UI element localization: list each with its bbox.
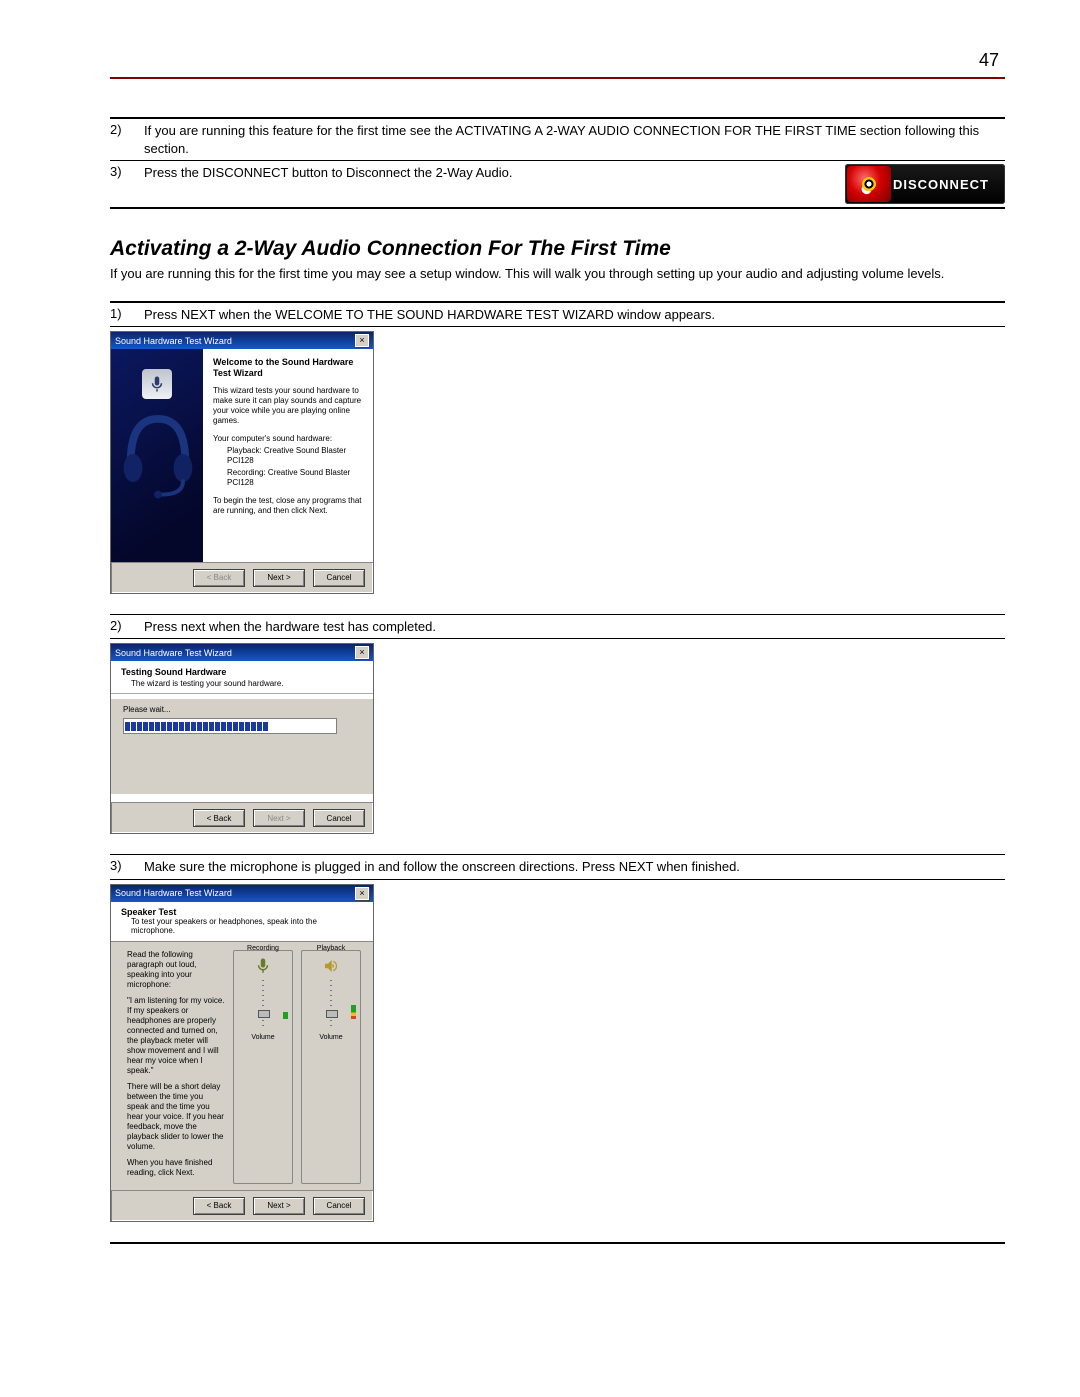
list-text: Press next when the hardware test has co… [144, 618, 1005, 636]
playback-group: Playback Volume [301, 950, 361, 1184]
list-item: 2) Press next when the hardware test has… [110, 615, 1005, 639]
close-icon[interactable]: × [355, 887, 369, 900]
progress-bar [123, 718, 337, 734]
wizard-text: To begin the test, close any programs th… [213, 496, 363, 516]
wizard-heading: Testing Sound Hardware [121, 667, 363, 677]
disconnect-label: DISCONNECT [893, 177, 989, 192]
next-button[interactable]: Next > [253, 809, 305, 827]
recording-group: Recording Volume [233, 950, 293, 1184]
wizard-text: This wizard tests your sound hardware to… [213, 386, 363, 426]
step-bottom-rule [110, 1242, 1005, 1244]
cancel-button[interactable]: Cancel [313, 1197, 365, 1215]
wizard-text: When you have finished reading, click Ne… [127, 1158, 225, 1178]
wizard-heading: Speaker Test [121, 907, 363, 917]
list-item: 1) Press NEXT when the WELCOME TO THE SO… [110, 303, 1005, 327]
close-icon[interactable]: × [355, 646, 369, 659]
cancel-button[interactable]: Cancel [313, 809, 365, 827]
headset-icon [119, 404, 197, 504]
wizard-subheading: The wizard is testing your sound hardwar… [131, 679, 363, 688]
close-icon[interactable]: × [355, 334, 369, 347]
document-page: 47 2) If you are running this feature fo… [0, 0, 1080, 1397]
next-button[interactable]: Next > [253, 1197, 305, 1215]
wizard-text: There will be a short delay between the … [127, 1082, 225, 1152]
microphone-icon [254, 957, 272, 975]
wizard-title: Sound Hardware Test Wizard [115, 648, 232, 658]
volume-slider[interactable] [262, 980, 264, 1026]
list-bottom-rule [110, 207, 1005, 209]
wizard-welcome-dialog: Sound Hardware Test Wizard × Welcome to … [110, 331, 374, 594]
wizard-recording-device: Recording: Creative Sound Blaster PCI128 [227, 468, 363, 488]
wizard-subheading: To test your speakers or headphones, spe… [131, 917, 363, 935]
wizard-testing-dialog: Sound Hardware Test Wizard × Testing Sou… [110, 643, 374, 834]
back-button[interactable]: < Back [193, 569, 245, 587]
wizard-heading: Welcome to the Sound Hardware Test Wizar… [213, 357, 363, 380]
level-meter [351, 973, 356, 1019]
list-item: 3) Press the DISCONNECT button to Discon… [110, 161, 1005, 207]
cancel-button[interactable]: Cancel [313, 569, 365, 587]
divider [110, 638, 1005, 639]
list-number: 3) [110, 164, 130, 179]
wizard-playback-device: Playback: Creative Sound Blaster PCI128 [227, 446, 363, 466]
list-number: 1) [110, 306, 130, 321]
section-intro: If you are running this for the first ti… [110, 265, 1005, 283]
microphone-icon [142, 369, 172, 399]
disconnect-button-graphic: DISCONNECT [845, 164, 1005, 204]
list-number: 3) [110, 858, 130, 873]
volume-label: Volume [319, 1034, 342, 1041]
back-button[interactable]: < Back [193, 809, 245, 827]
page-number: 47 [110, 50, 1005, 71]
wizard-quote: "I am listening for my voice. If my spea… [127, 996, 225, 1076]
wizard-sidebar [111, 349, 203, 562]
wizard-title: Sound Hardware Test Wizard [115, 336, 232, 346]
list-text: Press NEXT when the WELCOME TO THE SOUND… [144, 306, 1005, 324]
wizard-title: Sound Hardware Test Wizard [115, 888, 232, 898]
volume-slider[interactable] [330, 980, 332, 1026]
list-number: 2) [110, 122, 130, 137]
list-text: Press the DISCONNECT button to Disconnec… [144, 164, 831, 182]
divider [110, 326, 1005, 327]
please-wait-label: Please wait... [123, 705, 361, 714]
next-button[interactable]: Next > [253, 569, 305, 587]
section-heading: Activating a 2-Way Audio Connection For … [110, 237, 1005, 261]
header-rule [110, 77, 1005, 79]
speaker-icon [322, 957, 340, 975]
wizard-text: Read the following paragraph out loud, s… [127, 950, 225, 990]
volume-label: Volume [251, 1034, 274, 1041]
divider [110, 879, 1005, 880]
list-item: 2) If you are running this feature for t… [110, 119, 1005, 160]
level-meter [283, 973, 288, 1019]
wizard-text: Your computer's sound hardware: [213, 434, 363, 444]
camera-icon [847, 166, 891, 202]
wizard-speaker-test-dialog: Sound Hardware Test Wizard × Speaker Tes… [110, 884, 374, 1222]
list-number: 2) [110, 618, 130, 633]
list-item: 3) Make sure the microphone is plugged i… [110, 855, 1005, 879]
list-text: If you are running this feature for the … [144, 122, 1005, 157]
back-button[interactable]: < Back [193, 1197, 245, 1215]
list-text: Make sure the microphone is plugged in a… [144, 858, 1005, 876]
